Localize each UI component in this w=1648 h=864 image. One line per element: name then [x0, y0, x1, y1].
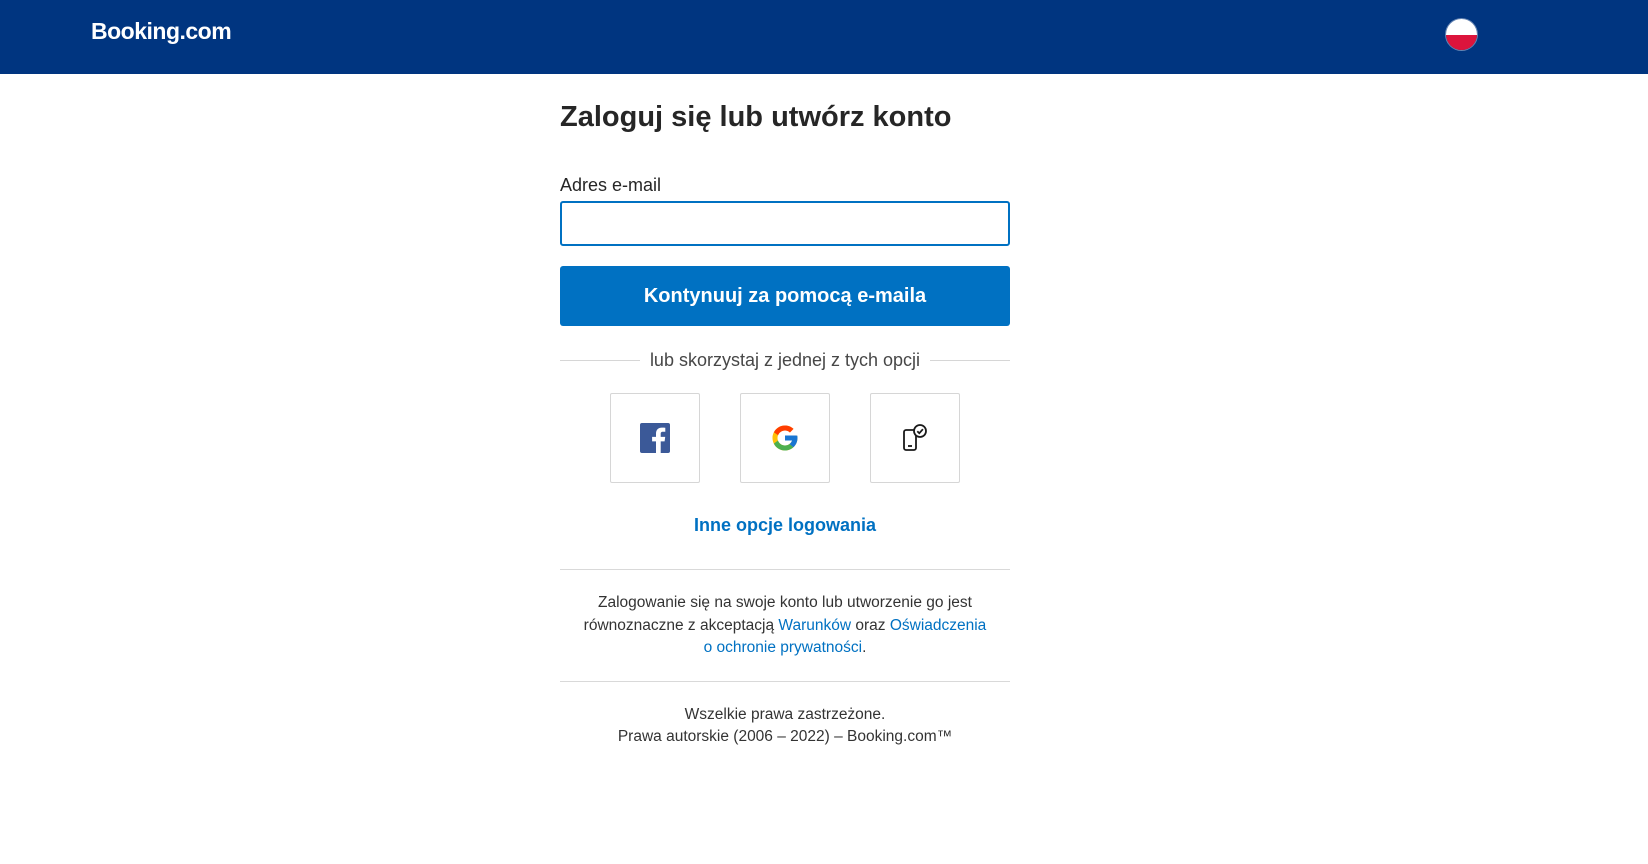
phone-check-icon [903, 424, 927, 451]
passkey-login-button[interactable] [870, 393, 960, 483]
divider-line-right [930, 359, 1010, 361]
continue-with-email-button[interactable]: Kontynuuj za pomocą e-maila [560, 266, 1010, 326]
divider-text: lub skorzystaj z jednej z tych opcji [649, 349, 921, 370]
legal-text: . [862, 639, 867, 656]
page-title: Zaloguj się lub utwórz konto [560, 101, 952, 133]
other-login-options-link[interactable]: Inne opcje logowania [560, 515, 1010, 536]
email-label: Adres e-mail [560, 175, 662, 195]
facebook-icon [640, 423, 670, 453]
login-form: Zaloguj się lub utwórz konto Adres e-mai… [560, 74, 1010, 748]
top-header: Booking.com [0, 0, 1648, 74]
facebook-login-button[interactable] [610, 393, 700, 483]
copyright-text: Prawa autorskie (2006 – 2022) – Booking.… [617, 727, 953, 745]
google-login-button[interactable] [740, 393, 830, 483]
terms-link[interactable]: Warunków [778, 617, 851, 634]
legal-text: oraz [851, 616, 890, 634]
login-providers [560, 393, 1010, 483]
options-divider: lub skorzystaj z jednej z tych opcji [560, 348, 1010, 372]
poland-flag-icon[interactable] [1446, 19, 1477, 50]
divider-line-left [560, 359, 640, 361]
email-field[interactable] [560, 201, 1010, 246]
google-icon [772, 425, 798, 451]
booking-logo[interactable]: Booking.com [91, 18, 232, 45]
legal-notice: Zalogowanie się na swoje konto lub utwor… [560, 592, 1010, 660]
separator [560, 569, 1010, 570]
rights-text: Wszelkie prawa zastrzeżone. [684, 705, 886, 723]
footer: Wszelkie prawa zastrzeżone. Prawa autors… [560, 704, 1010, 748]
separator [560, 680, 1010, 682]
